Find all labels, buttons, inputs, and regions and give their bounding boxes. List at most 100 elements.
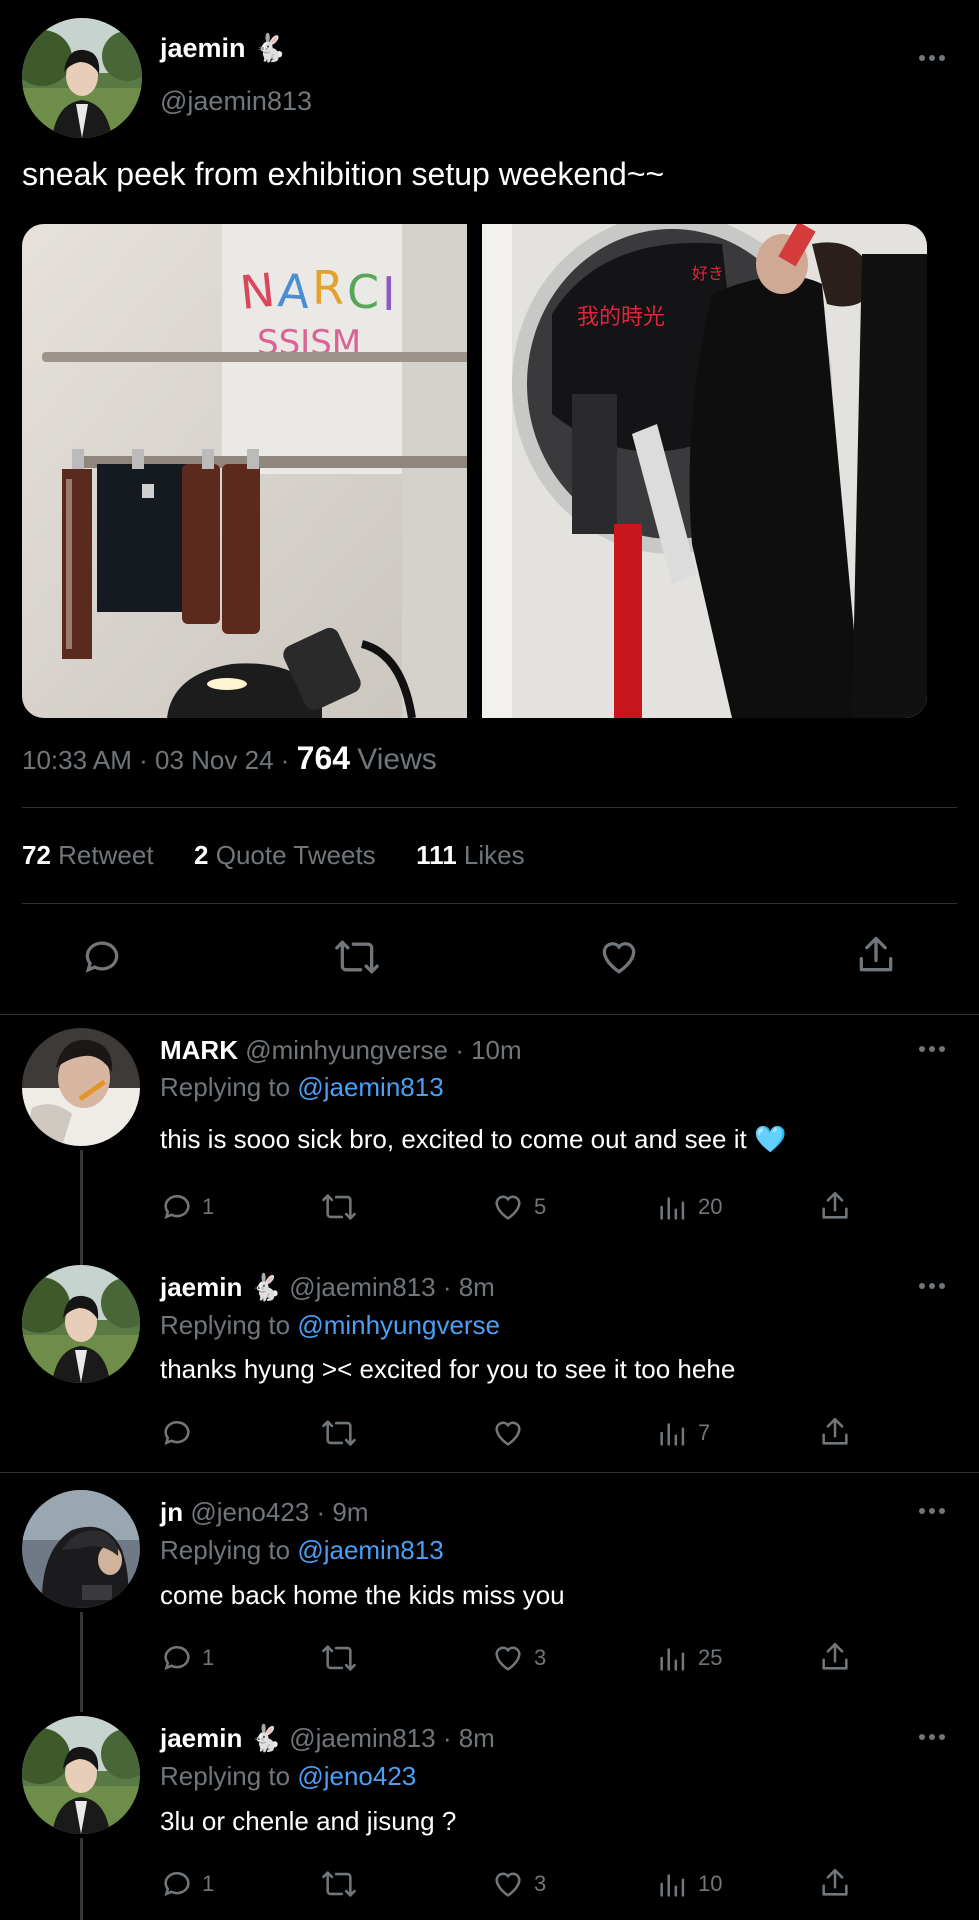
replying-to-label: Replying to <box>160 1310 291 1340</box>
avatar[interactable] <box>22 1028 140 1146</box>
retweet-icon <box>322 1645 356 1671</box>
reply-button[interactable] <box>160 1416 202 1450</box>
reply-time[interactable]: · 9m <box>317 1497 369 1527</box>
reply-time[interactable]: · 8m <box>443 1723 495 1753</box>
like-count: 5 <box>534 1194 547 1219</box>
exhibition-photo-mirror[interactable]: 我的時光 好き <box>482 224 927 718</box>
svg-text:I: I <box>382 267 396 321</box>
svg-text:R: R <box>312 261 344 315</box>
reply-button[interactable]: 1 <box>160 1641 214 1675</box>
replying-to-link[interactable]: @jeno423 <box>297 1761 416 1791</box>
share-button[interactable] <box>818 1865 852 1901</box>
reply-button[interactable]: 1 <box>160 1867 214 1901</box>
heart-icon <box>495 1195 521 1220</box>
retweet-icon <box>322 1420 356 1446</box>
retweet-button[interactable] <box>320 1416 358 1450</box>
avatar[interactable] <box>22 1716 140 1834</box>
reply-icon <box>164 1646 190 1671</box>
retweet-stat[interactable]: 72 Retweet <box>22 840 154 870</box>
retweet-button[interactable] <box>320 1867 358 1901</box>
replying-to-link[interactable]: @jaemin813 <box>297 1072 443 1102</box>
avatar[interactable] <box>22 1265 140 1383</box>
replying-to-label: Replying to <box>160 1535 291 1565</box>
svg-text:A: A <box>276 263 312 319</box>
avatar[interactable] <box>22 1490 140 1608</box>
likes-stat[interactable]: 111 Likes <box>416 840 524 870</box>
views-count: 20 <box>698 1194 723 1219</box>
replying-to-link[interactable]: @jaemin813 <box>297 1535 443 1565</box>
views-icon <box>660 1648 685 1671</box>
svg-text:N: N <box>238 263 278 320</box>
handle[interactable]: @jaemin813 <box>289 1272 435 1302</box>
like-count: 3 <box>534 1645 547 1670</box>
share-button[interactable] <box>818 1639 852 1675</box>
svg-text:好き: 好き <box>692 264 724 283</box>
tweet-stats: 72 Retweet 2 Quote Tweets 111 Likes <box>22 840 525 871</box>
rabbit-emoji: 🐇 <box>249 1723 282 1753</box>
display-name[interactable]: jaemin <box>160 33 246 63</box>
retweet-button[interactable] <box>320 1641 358 1675</box>
share-icon <box>822 1191 848 1219</box>
replying-to-link[interactable]: @minhyungverse <box>297 1310 500 1340</box>
share-icon <box>822 1868 848 1896</box>
reply-icon[interactable] <box>80 935 124 984</box>
retweet-icon[interactable] <box>333 935 381 984</box>
views-count: 10 <box>698 1871 723 1896</box>
display-name[interactable]: jn <box>160 1497 183 1527</box>
handle[interactable]: @jaemin813 <box>289 1723 435 1753</box>
views-button[interactable]: 25 <box>656 1641 722 1675</box>
more-icon[interactable] <box>917 1043 947 1055</box>
heart-icon <box>495 1872 521 1897</box>
handle[interactable]: @minhyungverse <box>245 1035 448 1065</box>
retweet-button[interactable] <box>320 1190 358 1224</box>
views-count: 7 <box>698 1420 711 1445</box>
views-button[interactable]: 10 <box>656 1867 722 1901</box>
divider <box>0 1472 979 1473</box>
like-button[interactable] <box>490 1416 534 1450</box>
share-button[interactable] <box>818 1414 852 1450</box>
reply-time[interactable]: · 8m <box>443 1272 495 1302</box>
reply-button[interactable]: 1 <box>160 1190 214 1224</box>
views-icon <box>660 1874 685 1897</box>
quote-stat[interactable]: 2 Quote Tweets <box>194 840 376 870</box>
more-icon[interactable] <box>917 1280 947 1292</box>
display-name[interactable]: MARK <box>160 1035 238 1065</box>
more-icon[interactable] <box>917 52 947 64</box>
views-count: 25 <box>698 1645 723 1670</box>
share-icon[interactable] <box>854 932 898 983</box>
handle[interactable]: @jeno423 <box>190 1497 309 1527</box>
reply-count: 1 <box>202 1645 215 1670</box>
replying-to-label: Replying to <box>160 1761 291 1791</box>
retweet-icon <box>322 1871 356 1897</box>
views-label: Views <box>357 743 437 776</box>
share-icon <box>822 1417 848 1445</box>
handle[interactable]: @jaemin813 <box>160 86 312 117</box>
thread-line <box>80 1150 83 1268</box>
display-name[interactable]: jaemin <box>160 1723 242 1753</box>
heart-icon[interactable] <box>596 935 642 984</box>
share-icon <box>822 1642 848 1670</box>
tweet-timestamp-row: 10:33 AM · 03 Nov 24 · 764 Views <box>22 740 437 777</box>
thread-line <box>80 1612 83 1712</box>
tweet-date[interactable]: 03 Nov 24 <box>155 745 274 775</box>
share-button[interactable] <box>818 1188 852 1224</box>
like-button[interactable]: 5 <box>490 1190 546 1224</box>
tweet-media[interactable]: N A R C I SSISM 我的時光 好き <box>22 224 927 718</box>
like-button[interactable]: 3 <box>490 1867 546 1901</box>
views-button[interactable]: 20 <box>656 1190 722 1224</box>
like-button[interactable]: 3 <box>490 1641 546 1675</box>
divider <box>22 903 957 904</box>
more-icon[interactable] <box>917 1505 947 1517</box>
tweet-text: sneak peek from exhibition setup weekend… <box>22 156 665 192</box>
reply-time[interactable]: · 10m <box>455 1035 521 1065</box>
reply-count: 1 <box>202 1871 215 1896</box>
reply-text: 3lu or chenle and jisung ? <box>160 1806 457 1836</box>
views-button[interactable]: 7 <box>656 1416 710 1450</box>
tweet-time[interactable]: 10:33 AM <box>22 745 132 775</box>
divider <box>22 807 957 808</box>
reply-text: this is sooo sick bro, excited to come o… <box>160 1124 787 1154</box>
more-icon[interactable] <box>917 1731 947 1743</box>
display-name[interactable]: jaemin <box>160 1272 242 1302</box>
exhibition-photo-narcissism-wall[interactable]: N A R C I SSISM <box>22 224 482 718</box>
avatar[interactable] <box>22 18 142 138</box>
